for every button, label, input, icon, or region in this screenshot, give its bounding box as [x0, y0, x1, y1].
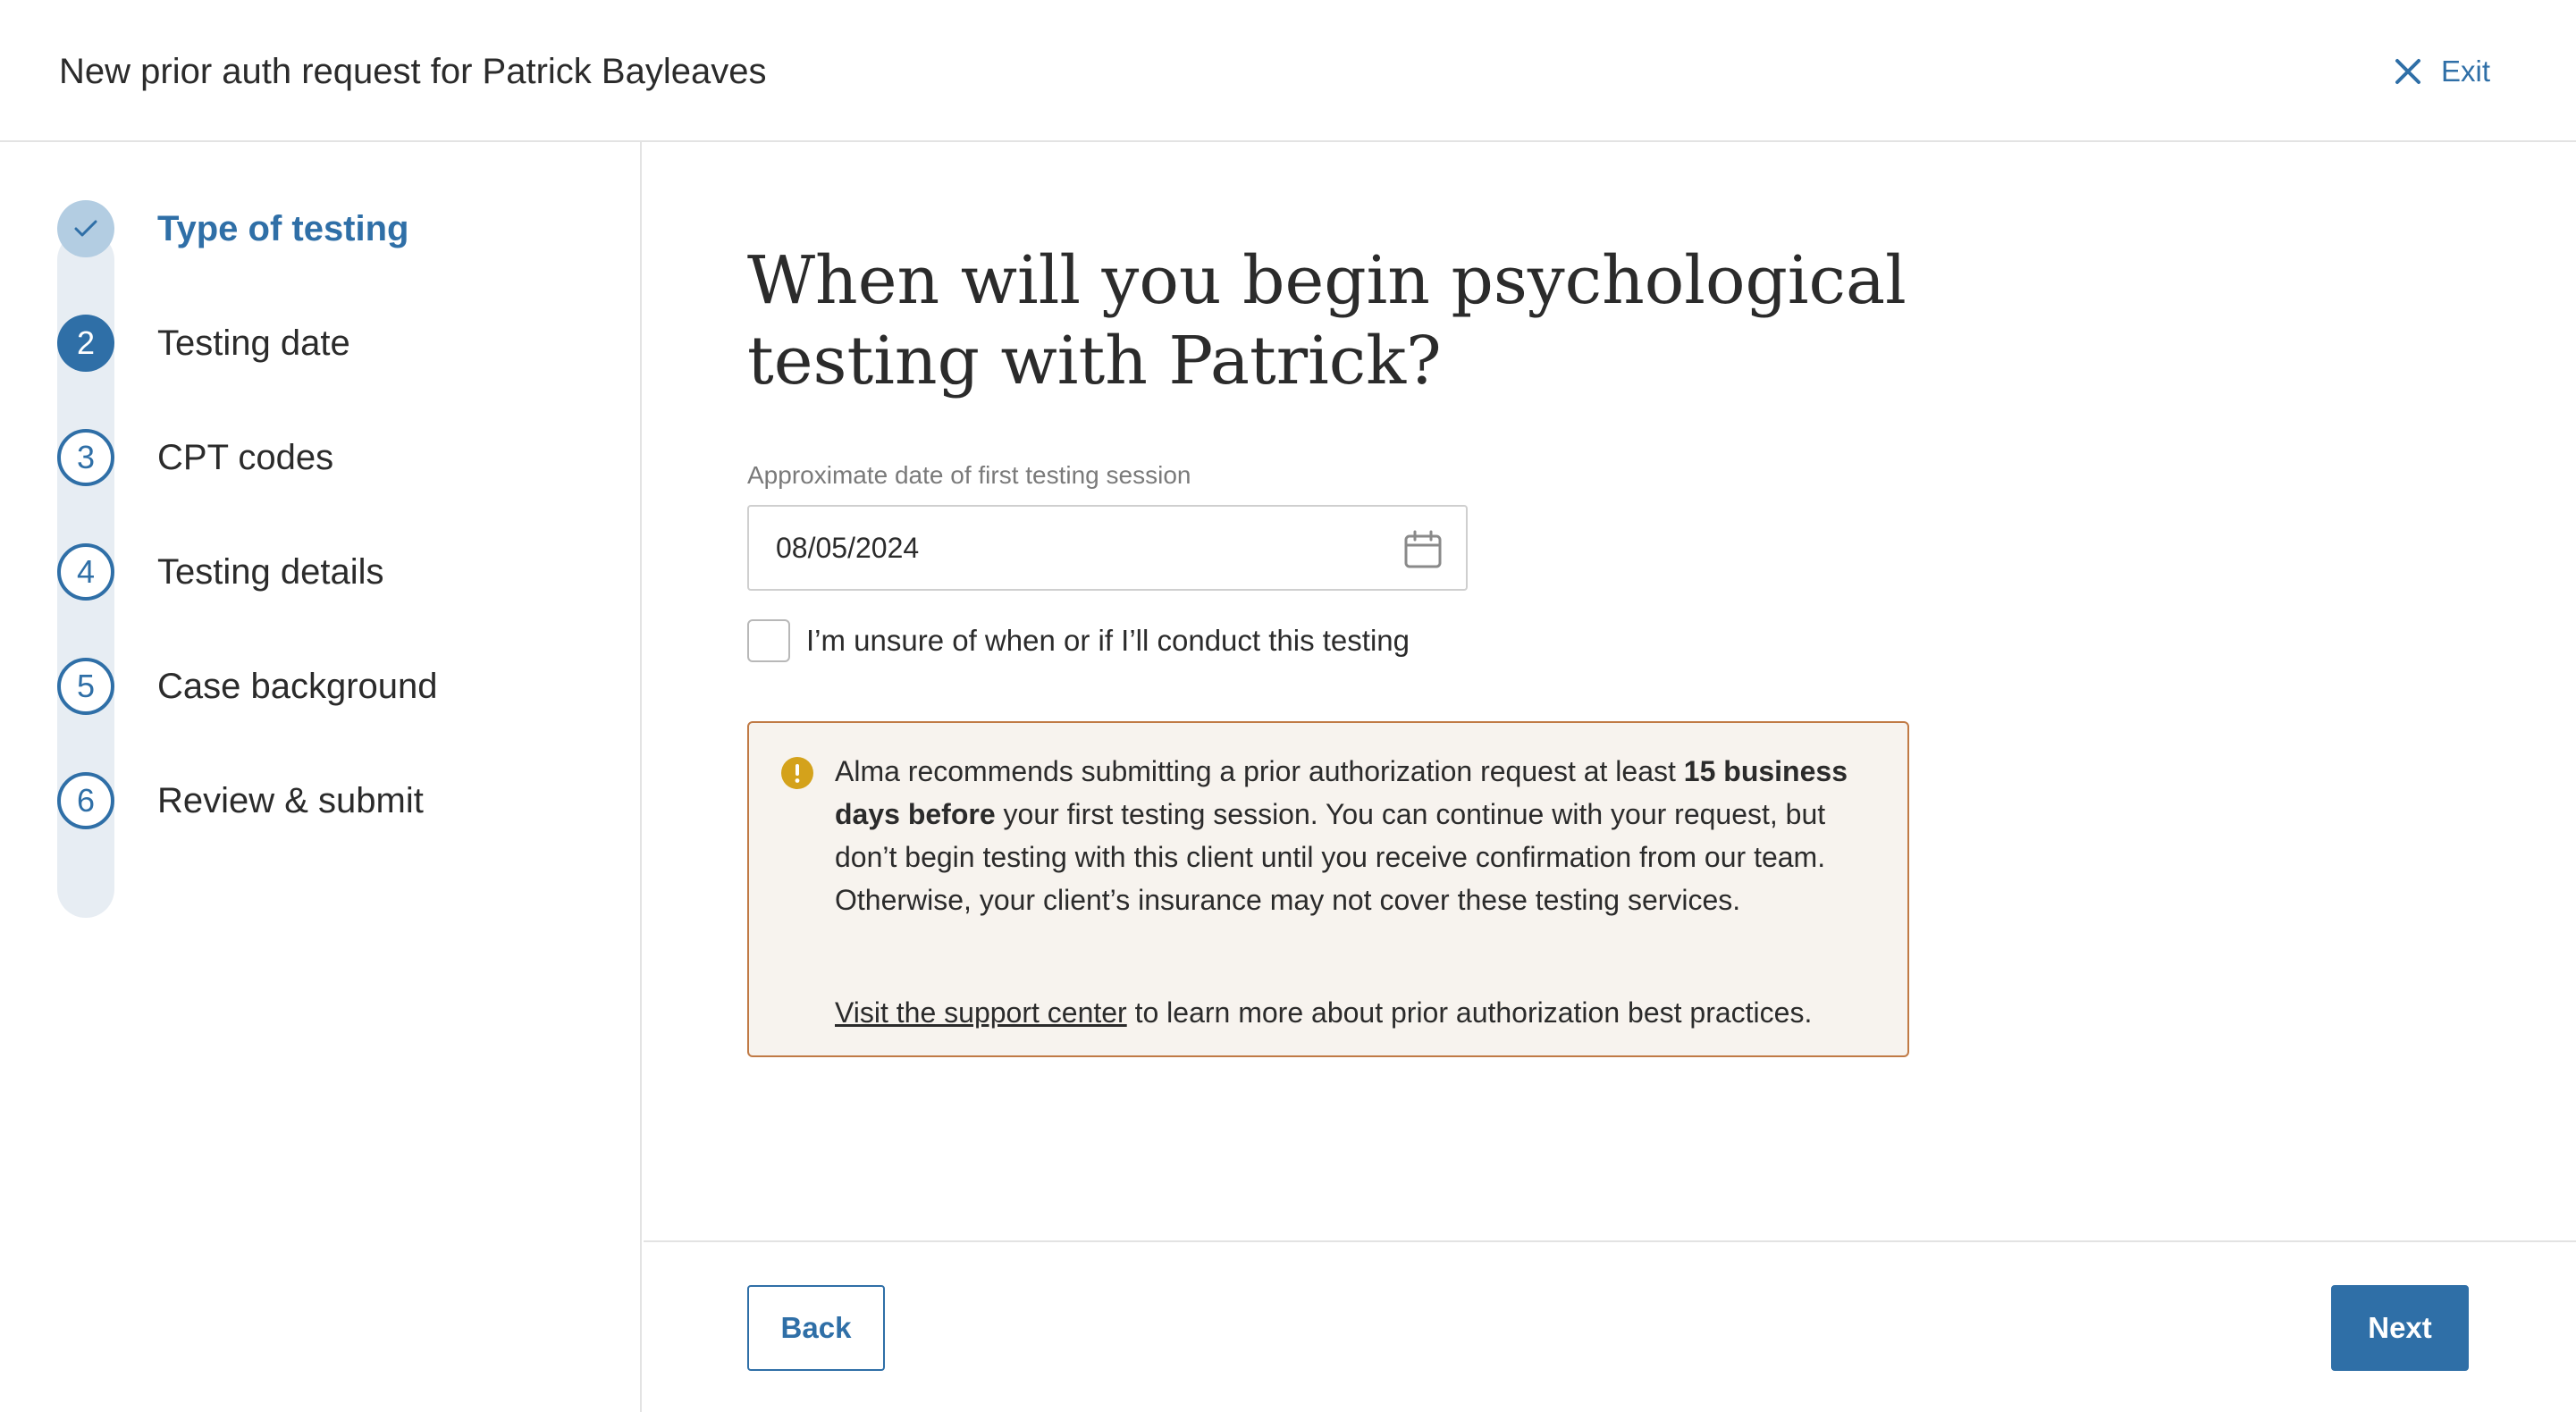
step-label: Type of testing	[157, 208, 409, 248]
step-number: 2	[57, 315, 114, 372]
step-label: Case background	[157, 666, 438, 706]
date-field[interactable]	[747, 505, 1468, 591]
question-heading: When will you begin psychological testin…	[747, 242, 1907, 399]
warning-alert: Alma recommends submitting a prior autho…	[747, 721, 1909, 1057]
stepper-sidebar: Type of testing 2 Testing date 3 CPT cod…	[0, 142, 642, 1412]
step-type-of-testing[interactable]: Type of testing	[57, 200, 408, 257]
page-footer: Back Next	[644, 1240, 2576, 1412]
date-field-label: Approximate date of first testing sessio…	[747, 461, 1191, 489]
unsure-checkbox-row[interactable]: I’m unsure of when or if I’ll conduct th…	[747, 619, 1410, 662]
back-button[interactable]: Back	[747, 1285, 885, 1371]
step-number: 5	[57, 658, 114, 715]
step-number: 6	[57, 772, 114, 829]
unsure-checkbox-label[interactable]: I’m unsure of when or if I’ll conduct th…	[806, 624, 1410, 658]
next-button[interactable]: Next	[2331, 1285, 2469, 1371]
checkmark-icon	[74, 220, 97, 237]
step-label: Testing details	[157, 551, 384, 592]
exit-label: Exit	[2440, 55, 2490, 88]
step-review-submit[interactable]: 6 Review & submit	[57, 772, 424, 829]
calendar-icon[interactable]	[1403, 530, 1443, 576]
step-number: 3	[57, 429, 114, 486]
main-content: When will you begin psychological testin…	[644, 142, 2576, 1241]
alert-text-before: Alma recommends submitting a prior autho…	[835, 755, 1684, 787]
step-testing-date[interactable]: 2 Testing date	[57, 315, 350, 372]
date-input[interactable]	[774, 530, 1310, 566]
step-label: CPT codes	[157, 437, 334, 477]
alert-message: Alma recommends submitting a prior autho…	[835, 750, 1890, 921]
step-label: Testing date	[157, 323, 350, 363]
step-number: 4	[57, 543, 114, 601]
warning-icon	[781, 757, 813, 789]
unsure-checkbox[interactable]	[747, 619, 790, 662]
close-icon	[2395, 59, 2420, 84]
alert-link-row: Visit the support center to learn more a…	[835, 991, 1812, 1034]
exit-button[interactable]: Exit	[2395, 46, 2490, 97]
step-testing-details[interactable]: 4 Testing details	[57, 543, 383, 601]
step-case-background[interactable]: 5 Case background	[57, 658, 438, 715]
page-title: New prior auth request for Patrick Bayle…	[59, 52, 767, 91]
step-cpt-codes[interactable]: 3 CPT codes	[57, 429, 333, 486]
alert-link-suffix: to learn more about prior authorization …	[1126, 996, 1813, 1029]
step-completed-indicator	[57, 200, 114, 257]
page-header: New prior auth request for Patrick Bayle…	[0, 0, 2576, 142]
step-label: Review & submit	[157, 780, 424, 820]
support-center-link[interactable]: Visit the support center	[835, 996, 1127, 1029]
